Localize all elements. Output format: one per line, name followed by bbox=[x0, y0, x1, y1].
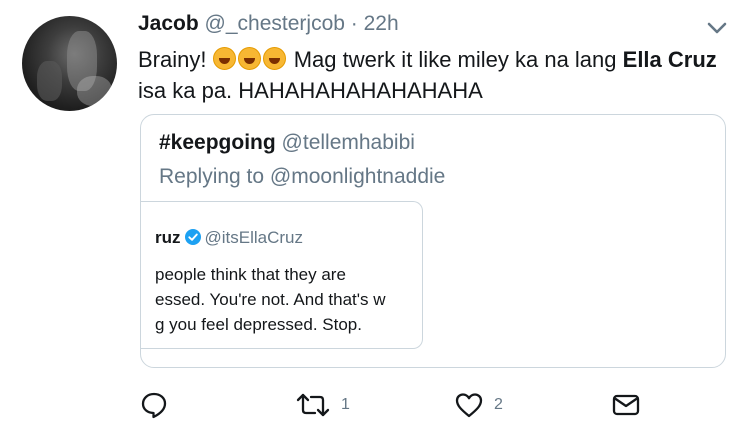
tweet-actions: 1 2 bbox=[0, 390, 750, 424]
quoted-user-handle: @tellemhabibi bbox=[281, 131, 415, 154]
tweet-text-middle: Mag twerk it like miley ka na lang bbox=[287, 47, 623, 72]
tweet-header: Jacob @_chesterjcob · 22h bbox=[138, 12, 399, 36]
inner-tweet-header: ruz @itsEllaCruz bbox=[155, 228, 303, 248]
direct-message-button[interactable] bbox=[611, 390, 641, 420]
like-button[interactable]: 2 bbox=[454, 390, 503, 420]
retweet-button[interactable]: 1 bbox=[295, 390, 350, 420]
envelope-icon bbox=[612, 394, 640, 416]
quoted-tweet-header: #keepgoing @tellemhabibi bbox=[159, 131, 415, 155]
avatar-photo-part bbox=[37, 61, 62, 101]
reply-button[interactable] bbox=[139, 390, 179, 420]
inner-user-handle: @itsEllaCruz bbox=[204, 228, 304, 247]
timestamp[interactable]: 22h bbox=[364, 12, 399, 35]
retweet-icon bbox=[296, 393, 330, 417]
inner-text-line: essed. You're not. And that's w bbox=[155, 290, 386, 309]
tweet-text-start: Brainy! bbox=[138, 47, 207, 72]
replying-to: Replying to @moonlightnaddie bbox=[159, 165, 445, 189]
display-name[interactable]: Jacob bbox=[138, 12, 199, 35]
tweet-text-bold: Ella Cruz bbox=[622, 47, 717, 72]
retweet-count: 1 bbox=[341, 396, 350, 413]
replying-to-mention[interactable]: @moonlightnaddie bbox=[270, 165, 445, 188]
tweet-text-end: isa ka pa. HAHAHAHAHAHAHAHA bbox=[138, 78, 483, 103]
heart-icon bbox=[455, 393, 483, 418]
inner-display-name: ruz bbox=[155, 228, 181, 247]
avatar[interactable] bbox=[22, 16, 117, 111]
separator-dot: · bbox=[350, 12, 358, 35]
laughing-emoji-icon bbox=[262, 47, 286, 70]
user-handle[interactable]: @_chesterjcob bbox=[205, 12, 345, 35]
laughing-emoji-icon bbox=[212, 47, 236, 70]
inner-text-line: g you feel depressed. Stop. bbox=[155, 315, 362, 334]
chevron-down-icon[interactable] bbox=[704, 18, 730, 38]
verified-badge-icon bbox=[184, 229, 201, 245]
inner-tweet-text: people think that they are essed. You're… bbox=[155, 262, 386, 337]
tweet-text: Brainy! Mag twerk it like miley ka na la… bbox=[138, 44, 728, 106]
quoted-tweet[interactable]: #keepgoing @tellemhabibi Replying to @mo… bbox=[140, 114, 726, 368]
replying-to-label: Replying to bbox=[159, 165, 265, 188]
avatar-photo-part bbox=[77, 76, 112, 106]
like-count: 2 bbox=[494, 396, 503, 413]
laughing-emoji-icon bbox=[237, 47, 261, 70]
reply-icon bbox=[141, 392, 167, 419]
quoted-display-name: #keepgoing bbox=[159, 131, 276, 154]
quoted-screenshot: ruz @itsEllaCruz people think that they … bbox=[141, 201, 423, 349]
inner-text-line: people think that they are bbox=[155, 265, 346, 284]
